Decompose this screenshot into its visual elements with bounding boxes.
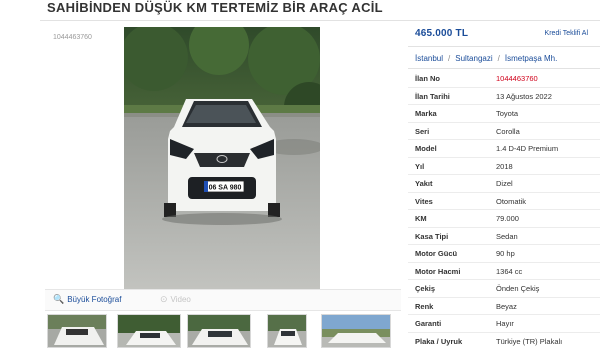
spec-value: 1364 cc <box>496 266 523 276</box>
thumbnail[interactable] <box>47 314 107 348</box>
spec-label: Seri <box>415 126 430 136</box>
thumbnail[interactable] <box>117 314 181 348</box>
spec-row: İlan Tarihi 13 Ağustos 2022 <box>408 88 600 105</box>
spec-label: Model <box>415 144 437 153</box>
spec-label: Vites <box>415 196 433 206</box>
spec-row: Plaka / Uyruk Türkiye (TR) Plakalı <box>408 333 600 349</box>
spec-row: Çekiş Önden Çekiş <box>408 280 600 298</box>
spec-row: Yıl 2018 <box>408 158 600 175</box>
location-neighborhood[interactable]: İsmetpaşa Mh. <box>505 54 557 63</box>
location-city[interactable]: İstanbul <box>415 54 443 63</box>
spec-label: Marka <box>415 109 437 118</box>
spec-row: İlan No 1044463760 <box>408 70 600 88</box>
spec-label: Garanti <box>415 319 442 328</box>
spec-value: 1044463760 <box>496 74 538 83</box>
media-toolbar: 🔍 Büyük Fotoğraf ⊙ Video <box>45 289 401 311</box>
spec-label: Çekiş <box>415 284 436 293</box>
location-district[interactable]: Sultangazi <box>455 54 492 63</box>
spec-value: Corolla <box>496 126 520 136</box>
credit-offer-link[interactable]: Kredi Teklifi Al <box>545 30 588 37</box>
spec-value: Dizel <box>496 179 513 188</box>
thumbnail-strip <box>45 313 401 349</box>
spec-label: Plaka / Uyruk <box>415 336 463 346</box>
spec-value: 90 hp <box>496 249 515 258</box>
ad-id-small: 1044463760 <box>53 34 92 41</box>
spec-row: Renk Beyaz <box>408 298 600 315</box>
price: 465.000 TL <box>415 28 469 39</box>
spec-label: Renk <box>415 301 434 311</box>
spec-row: Model 1.4 D-4D Premium <box>408 140 600 158</box>
spec-label: İlan Tarihi <box>415 91 450 101</box>
location-breadcrumb: İstanbul / Sultangazi / İsmetpaşa Mh. <box>408 47 600 69</box>
thumbnail[interactable] <box>267 314 307 348</box>
spec-row: Kasa Tipi Sedan <box>408 228 600 245</box>
spec-value: 79.000 <box>496 214 519 223</box>
spec-label: Motor Gücü <box>415 249 458 258</box>
spec-value: 2018 <box>496 161 513 171</box>
spec-label: Kasa Tipi <box>415 231 449 241</box>
car-photo-image: 06 SA 980 <box>124 27 320 289</box>
listing-title: SAHİBİNDEN DÜŞÜK KM TERTEMİZ BİR ARAÇ AC… <box>47 0 383 15</box>
spec-value: Türkiye (TR) Plakalı <box>496 336 563 346</box>
video-button[interactable]: ⊙ Video <box>160 294 191 305</box>
play-icon: ⊙ <box>160 294 168 304</box>
spec-row: Seri Corolla <box>408 123 600 140</box>
magnifier-icon: 🔍 <box>53 294 65 304</box>
gallery-panel: 1044463760 06 SA 980 🔍 Büyük Fotoğraf ⊙ … <box>45 21 401 349</box>
info-panel: 465.000 TL Kredi Teklifi Al İstanbul / Sul… <box>408 21 600 349</box>
spec-label: Yıl <box>415 161 425 171</box>
spec-value: Hayır <box>496 319 514 328</box>
spec-table: İlan No 1044463760 İlan Tarihi 13 Ağustos … <box>408 70 600 349</box>
price-row: 465.000 TL Kredi Teklifi Al <box>408 21 600 47</box>
spec-value: Otomatik <box>496 196 527 206</box>
spec-label: Motor Hacmi <box>415 266 461 276</box>
spec-row: Vites Otomatik <box>408 193 600 210</box>
plate-text: 06 SA 980 <box>209 185 242 192</box>
spec-row: Motor Hacmi 1364 cc <box>408 263 600 280</box>
spec-row: KM 79.000 <box>408 210 600 228</box>
spec-value: 13 Ağustos 2022 <box>496 91 552 101</box>
video-label: Video <box>170 295 191 304</box>
spec-row: Yakıt Dizel <box>408 175 600 193</box>
spec-label: Yakıt <box>415 179 433 188</box>
spec-label: KM <box>415 214 427 223</box>
spec-value: Önden Çekiş <box>496 284 540 293</box>
spec-value: Beyaz <box>496 301 517 311</box>
spec-label: İlan No <box>415 74 441 83</box>
main-photo[interactable]: 06 SA 980 <box>124 27 320 289</box>
spec-value: 1.4 D-4D Premium <box>496 144 559 153</box>
spec-value: Sedan <box>496 231 518 241</box>
big-photo-button[interactable]: 🔍 Büyük Fotoğraf <box>53 294 121 305</box>
spec-value: Toyota <box>496 109 519 118</box>
spec-row: Motor Gücü 90 hp <box>408 245 600 263</box>
thumbnail[interactable] <box>321 314 391 348</box>
big-photo-label: Büyük Fotoğraf <box>67 295 122 304</box>
spec-row: Marka Toyota <box>408 105 600 123</box>
thumbnail[interactable] <box>187 314 251 348</box>
spec-row: Garanti Hayır <box>408 315 600 333</box>
